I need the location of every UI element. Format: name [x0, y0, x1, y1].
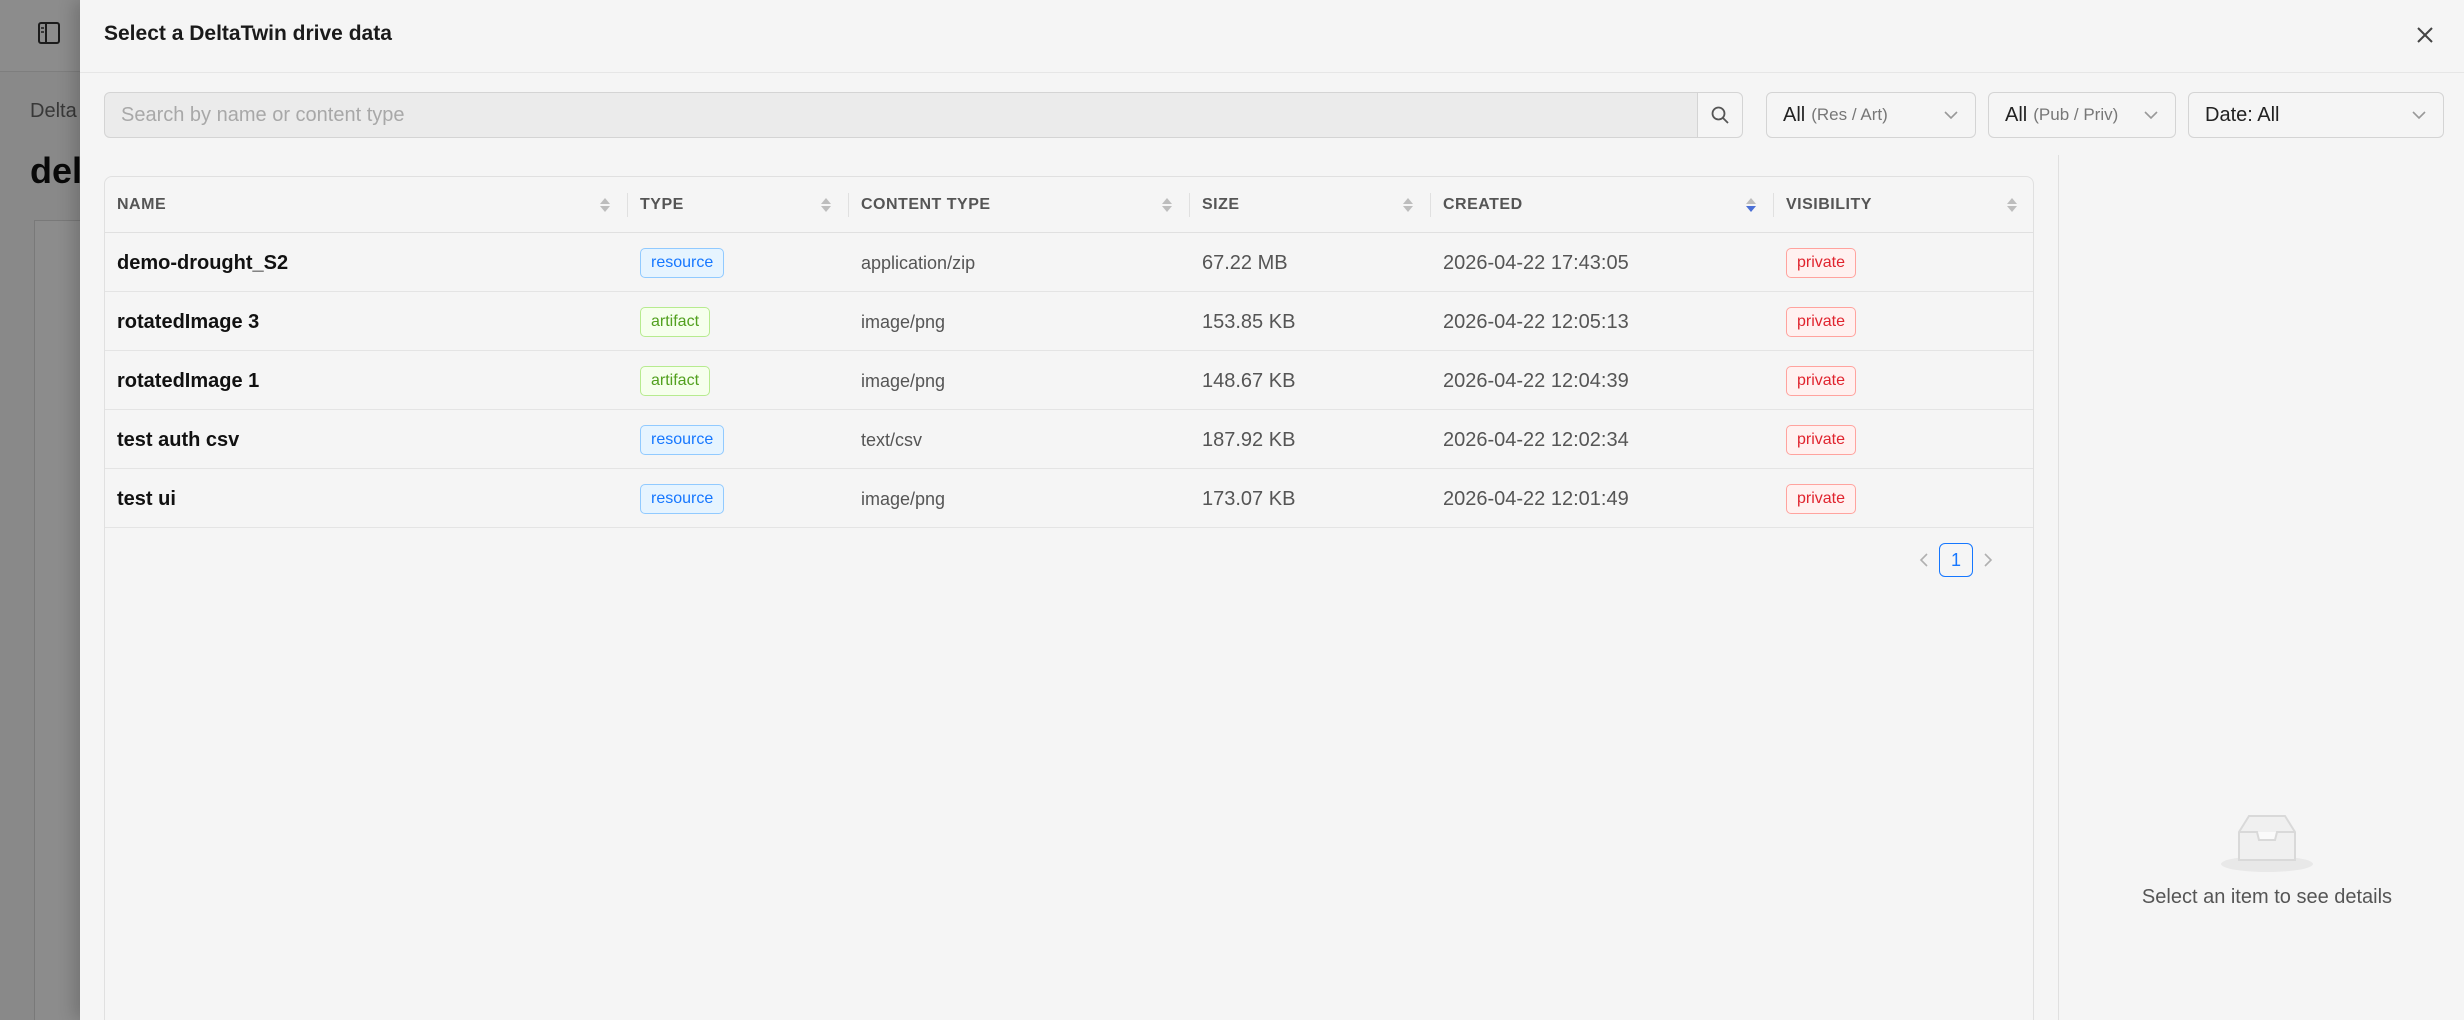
column-header-label: CONTENT TYPE: [861, 196, 991, 213]
details-empty-state: Select an item to see details: [2070, 810, 2464, 909]
chevron-left-icon: [1919, 553, 1928, 567]
previous-page-button[interactable]: [1909, 543, 1939, 577]
row-visibility-cell: private: [1774, 234, 1857, 292]
row-name: test auth csv: [117, 428, 240, 451]
visibility-badge: private: [1786, 484, 1857, 514]
sort-icon: [821, 198, 831, 212]
row-type-cell: resource: [628, 470, 725, 528]
row-size: 173.07 KB: [1202, 487, 1296, 510]
drive-data-drawer: Select a DeltaTwin drive data All (Res /…: [80, 0, 2464, 1020]
chevron-down-icon: [2144, 111, 2158, 120]
search-button[interactable]: [1697, 92, 1743, 138]
visibility-badge: private: [1786, 366, 1857, 396]
search-input[interactable]: [104, 92, 1698, 138]
chevron-down-icon: [2412, 111, 2426, 120]
page-1-button[interactable]: 1: [1939, 543, 1973, 577]
access-filter-hint: (Pub / Priv): [2033, 105, 2119, 124]
row-size: 67.22 MB: [1202, 251, 1288, 274]
access-filter-select[interactable]: All (Pub / Priv): [1988, 92, 2176, 138]
close-button[interactable]: [2410, 20, 2440, 50]
row-content-type: image/png: [861, 488, 946, 509]
table-row[interactable]: test ui resource image/png 173.07 KB 202…: [105, 470, 2033, 528]
type-badge: resource: [640, 484, 725, 514]
row-content-type: text/csv: [861, 429, 923, 450]
type-badge: artifact: [640, 307, 711, 337]
visibility-badge: private: [1786, 248, 1857, 278]
data-table: NAME TYPE CONTENT TYPE SIZE CREATED VISI…: [104, 176, 2034, 1020]
row-name: rotatedImage 3: [117, 310, 260, 333]
column-header-label: NAME: [117, 196, 167, 213]
row-type-cell: artifact: [628, 293, 711, 351]
row-created: 2026-04-22 12:05:13: [1443, 310, 1629, 333]
search-icon: [1711, 106, 1729, 124]
row-created: 2026-04-22 17:43:05: [1443, 251, 1629, 274]
row-content-type: image/png: [861, 370, 946, 391]
row-visibility-cell: private: [1774, 411, 1857, 469]
row-visibility-cell: private: [1774, 470, 1857, 528]
row-size: 148.67 KB: [1202, 369, 1296, 392]
search-group: [104, 92, 1743, 138]
kind-filter-hint: (Res / Art): [1811, 105, 1888, 124]
row-created: 2026-04-22 12:01:49: [1443, 487, 1629, 510]
row-created: 2026-04-22 12:02:34: [1443, 428, 1629, 451]
type-badge: resource: [640, 425, 725, 455]
empty-inbox-icon: [2221, 815, 2313, 872]
column-header-label: SIZE: [1202, 196, 1240, 213]
details-divider: [2058, 155, 2059, 1020]
row-created: 2026-04-22 12:04:39: [1443, 369, 1629, 392]
details-empty-text: Select an item to see details: [2141, 886, 2393, 908]
kind-filter-select[interactable]: All (Res / Art): [1766, 92, 1976, 138]
row-content-type: image/png: [861, 311, 946, 332]
visibility-badge: private: [1786, 425, 1857, 455]
kind-filter-value: All: [1783, 103, 1806, 126]
access-filter-value: All: [2005, 103, 2028, 126]
chevron-right-icon: [1984, 553, 1993, 567]
row-visibility-cell: private: [1774, 352, 1857, 410]
row-type-cell: resource: [628, 411, 725, 469]
drawer-title: Select a DeltaTwin drive data: [104, 22, 392, 45]
column-header-content-type[interactable]: CONTENT TYPE: [849, 177, 1189, 233]
sort-icon: [1162, 198, 1172, 212]
column-header-label: TYPE: [640, 196, 684, 213]
row-type-cell: artifact: [628, 352, 711, 410]
table-header: NAME TYPE CONTENT TYPE SIZE CREATED VISI…: [105, 177, 2033, 233]
chevron-down-icon: [1944, 111, 1958, 120]
sort-icon: [600, 198, 610, 212]
row-type-cell: resource: [628, 234, 725, 292]
column-header-type[interactable]: TYPE: [628, 177, 848, 233]
column-header-name[interactable]: NAME: [105, 177, 627, 233]
row-visibility-cell: private: [1774, 293, 1857, 351]
type-badge: artifact: [640, 366, 711, 396]
column-header-size[interactable]: SIZE: [1190, 177, 1430, 233]
date-filter-value: Date: All: [2205, 103, 2280, 126]
visibility-badge: private: [1786, 307, 1857, 337]
pagination: 1: [1909, 543, 2003, 577]
column-header-created[interactable]: CREATED: [1431, 177, 1773, 233]
table-row[interactable]: test auth csv resource text/csv 187.92 K…: [105, 411, 2033, 469]
column-header-label: VISIBILITY: [1786, 196, 1872, 213]
table-row[interactable]: rotatedImage 1 artifact image/png 148.67…: [105, 352, 2033, 410]
close-icon: [2417, 27, 2433, 43]
row-content-type: application/zip: [861, 252, 976, 273]
row-name: rotatedImage 1: [117, 369, 260, 392]
date-filter-select[interactable]: Date: All: [2188, 92, 2444, 138]
sort-icon: [1403, 198, 1413, 212]
row-size: 187.92 KB: [1202, 428, 1296, 451]
table-row[interactable]: demo-drought_S2 resource application/zip…: [105, 234, 2033, 292]
column-header-visibility[interactable]: VISIBILITY: [1774, 177, 2034, 233]
sort-icon: [2007, 198, 2017, 212]
row-name: demo-drought_S2: [117, 251, 289, 274]
row-name: test ui: [117, 487, 176, 510]
sort-desc-icon: [1746, 198, 1756, 212]
drawer-header: Select a DeltaTwin drive data: [80, 0, 2464, 73]
next-page-button[interactable]: [1973, 543, 2003, 577]
column-header-label: CREATED: [1443, 196, 1523, 213]
row-size: 153.85 KB: [1202, 310, 1296, 333]
table-row[interactable]: rotatedImage 3 artifact image/png 153.85…: [105, 293, 2033, 351]
type-badge: resource: [640, 248, 725, 278]
